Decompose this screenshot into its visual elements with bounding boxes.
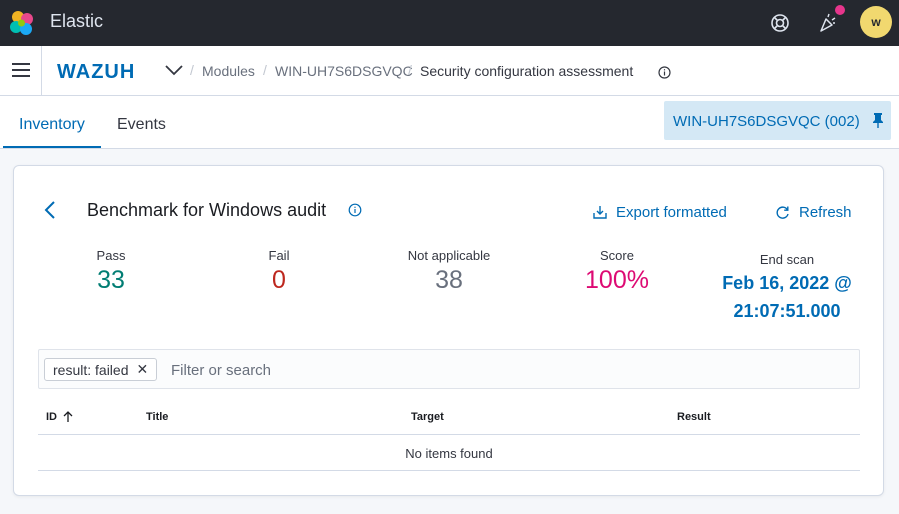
stat-score: Score 100% xyxy=(567,248,667,295)
top-header: Elastic w xyxy=(0,0,899,46)
refresh-button[interactable]: Refresh xyxy=(775,202,852,222)
info-icon[interactable] xyxy=(348,203,362,217)
stat-value: Feb 16, 2022 @ 21:07:51.000 xyxy=(707,269,867,325)
wazuh-brand-text: WAZUH xyxy=(57,61,135,81)
export-label: Export formatted xyxy=(616,203,727,221)
tabs-row: Inventory Events WIN-UH7S6DSGVQC (002) xyxy=(0,96,899,149)
column-header-result[interactable]: Result xyxy=(677,411,711,423)
active-tab-indicator xyxy=(3,146,101,148)
help-icon[interactable] xyxy=(768,11,792,35)
elastic-logo-icon[interactable] xyxy=(9,10,35,36)
stat-label: Fail xyxy=(268,248,290,263)
breadcrumb-separator: / xyxy=(263,62,267,78)
agent-selector-button[interactable]: WIN-UH7S6DSGVQC (002) xyxy=(664,101,891,140)
end-scan-time: 21:07:51.000 xyxy=(733,301,841,321)
back-arrow-icon[interactable] xyxy=(44,200,56,220)
stat-pass: Pass 33 xyxy=(61,248,161,295)
column-header-title[interactable]: Title xyxy=(146,411,168,423)
column-header-target[interactable]: Target xyxy=(411,411,444,423)
stat-label: Pass xyxy=(96,248,126,263)
table-header: ID Title Target Result xyxy=(38,400,860,435)
results-table: ID Title Target Result No items found xyxy=(38,400,860,471)
stat-value: 33 xyxy=(97,266,125,294)
breadcrumb-separator: / xyxy=(190,62,194,78)
stat-label: Score xyxy=(600,248,634,263)
app-title[interactable]: Elastic xyxy=(50,11,103,32)
download-icon xyxy=(593,206,607,219)
notification-dot xyxy=(835,5,845,15)
breadcrumb-agent[interactable]: WIN-UH7S6DSGVQC xyxy=(275,63,413,79)
info-icon[interactable] xyxy=(658,66,671,79)
tab-events[interactable]: Events xyxy=(117,116,166,134)
menu-icon[interactable] xyxy=(12,63,30,77)
column-header-id[interactable]: ID xyxy=(46,411,57,423)
tab-inventory[interactable]: Inventory xyxy=(19,116,85,134)
end-scan-date: Feb 16, 2022 @ xyxy=(722,273,852,293)
breadcrumb-separator: / xyxy=(408,62,412,78)
search-bar: result: failed ✕ xyxy=(38,349,860,389)
benchmark-panel: Benchmark for Windows audit Export forma… xyxy=(13,165,884,496)
search-input[interactable] xyxy=(171,360,571,380)
filter-pill[interactable]: result: failed ✕ xyxy=(44,358,158,381)
avatar-initial: w xyxy=(871,15,881,29)
refresh-icon xyxy=(776,205,789,219)
stat-end-scan: End scan Feb 16, 2022 @ 21:07:51.000 xyxy=(707,252,867,325)
user-avatar[interactable]: w xyxy=(860,6,892,38)
stat-fail: Fail 0 xyxy=(229,248,329,295)
pin-icon[interactable] xyxy=(871,112,885,128)
refresh-label: Refresh xyxy=(799,203,852,221)
stat-value: 100% xyxy=(585,266,649,294)
empty-message: No items found xyxy=(405,446,493,461)
breadcrumb-modules[interactable]: Modules xyxy=(202,63,255,79)
breadcrumb-current: Security configuration assessment xyxy=(420,63,634,79)
stat-not-applicable: Not applicable 38 xyxy=(389,248,509,295)
wazuh-logo[interactable]: WAZUH xyxy=(57,61,162,81)
table-row: No items found xyxy=(38,435,860,471)
breadcrumb-bar: WAZUH / Modules / WIN-UH7S6DSGVQC / Secu… xyxy=(0,46,899,96)
menu-divider xyxy=(41,46,42,95)
panel-title: Benchmark for Windows audit xyxy=(87,200,327,220)
newsfeed-icon[interactable] xyxy=(816,11,840,35)
stat-value: 0 xyxy=(272,266,286,294)
close-icon[interactable]: ✕ xyxy=(136,361,148,378)
filter-pill-label: result: failed xyxy=(53,361,129,378)
stat-label: End scan xyxy=(759,252,815,267)
agent-label: WIN-UH7S6DSGVQC (002) xyxy=(673,113,860,130)
stat-label: Not applicable xyxy=(407,248,491,263)
chevron-down-icon[interactable] xyxy=(164,63,184,77)
sort-ascending-icon[interactable] xyxy=(62,410,74,423)
stat-value: 38 xyxy=(435,266,463,294)
export-formatted-button[interactable]: Export formatted xyxy=(592,202,727,222)
